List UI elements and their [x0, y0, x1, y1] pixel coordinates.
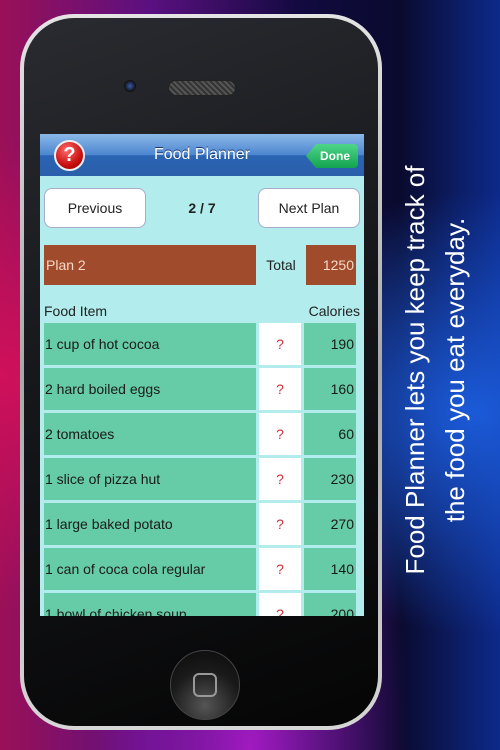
- home-square-icon: [193, 673, 217, 697]
- plan-summary: Plan 2 Total 1250: [40, 244, 364, 286]
- lookup-button[interactable]: ?: [259, 413, 301, 455]
- calories-field[interactable]: 230: [304, 458, 356, 500]
- calories-field[interactable]: 200: [304, 593, 356, 616]
- food-item-field[interactable]: 2 hard boiled eggs: [44, 368, 256, 410]
- home-button[interactable]: [170, 650, 240, 720]
- calories-header: Calories: [308, 303, 360, 319]
- food-row: 2 hard boiled eggs ? 160: [44, 368, 360, 410]
- food-row: 1 can of coca cola regular ? 140: [44, 548, 360, 590]
- food-item-field[interactable]: 2 tomatoes: [44, 413, 256, 455]
- food-item-field[interactable]: 1 cup of hot cocoa: [44, 323, 256, 365]
- lookup-button[interactable]: ?: [259, 503, 301, 545]
- tagline-line-2: the food you eat everyday.: [440, 217, 470, 523]
- total-label: Total: [266, 257, 296, 273]
- food-item-header: Food Item: [44, 303, 108, 319]
- calories-field[interactable]: 60: [304, 413, 356, 455]
- food-item-field[interactable]: 1 can of coca cola regular: [44, 548, 256, 590]
- tagline-line-1: Food Planner lets you keep track of: [400, 165, 430, 575]
- speaker-grille-icon: [168, 80, 236, 96]
- help-button[interactable]: ?: [54, 140, 85, 171]
- plan-pager: Previous 2 / 7 Next Plan: [40, 176, 364, 232]
- lookup-button[interactable]: ?: [259, 548, 301, 590]
- calories-field[interactable]: 270: [304, 503, 356, 545]
- food-item-field[interactable]: 1 bowl of chicken soup: [44, 593, 256, 616]
- food-row: 1 cup of hot cocoa ? 190: [44, 323, 360, 365]
- lookup-button[interactable]: ?: [259, 323, 301, 365]
- plan-name-field[interactable]: Plan 2: [44, 245, 256, 285]
- phone-body: ? Food Planner Done Previous 2 / 7 Next …: [24, 18, 378, 726]
- food-item-field[interactable]: 1 large baked potato: [44, 503, 256, 545]
- food-item-field[interactable]: 1 slice of pizza hut: [44, 458, 256, 500]
- phone-frame: ? Food Planner Done Previous 2 / 7 Next …: [20, 14, 382, 730]
- food-row: 1 slice of pizza hut ? 230: [44, 458, 360, 500]
- page-title: Food Planner: [153, 146, 251, 163]
- next-plan-button[interactable]: Next Plan: [258, 188, 360, 228]
- column-headers: Food Item Calories: [40, 303, 364, 323]
- food-row: 1 large baked potato ? 270: [44, 503, 360, 545]
- app-screen: ? Food Planner Done Previous 2 / 7 Next …: [40, 134, 364, 616]
- done-button[interactable]: Done: [306, 144, 358, 168]
- calories-field[interactable]: 140: [304, 548, 356, 590]
- food-list: 1 cup of hot cocoa ? 190 2 hard boiled e…: [40, 323, 364, 616]
- total-calories: 1250: [306, 245, 356, 285]
- navbar: ? Food Planner Done: [40, 134, 364, 176]
- lookup-button[interactable]: ?: [259, 458, 301, 500]
- page-indicator: 2 / 7: [188, 200, 216, 216]
- food-row: 2 tomatoes ? 60: [44, 413, 360, 455]
- promo-tagline: Food Planner lets you keep track of the …: [395, 110, 475, 630]
- help-icon: ?: [63, 144, 76, 166]
- front-camera-icon: [124, 80, 136, 92]
- food-row: 1 bowl of chicken soup ? 200: [44, 593, 360, 616]
- calories-field[interactable]: 160: [304, 368, 356, 410]
- lookup-button[interactable]: ?: [259, 593, 301, 616]
- previous-button[interactable]: Previous: [44, 188, 146, 228]
- calories-field[interactable]: 190: [304, 323, 356, 365]
- lookup-button[interactable]: ?: [259, 368, 301, 410]
